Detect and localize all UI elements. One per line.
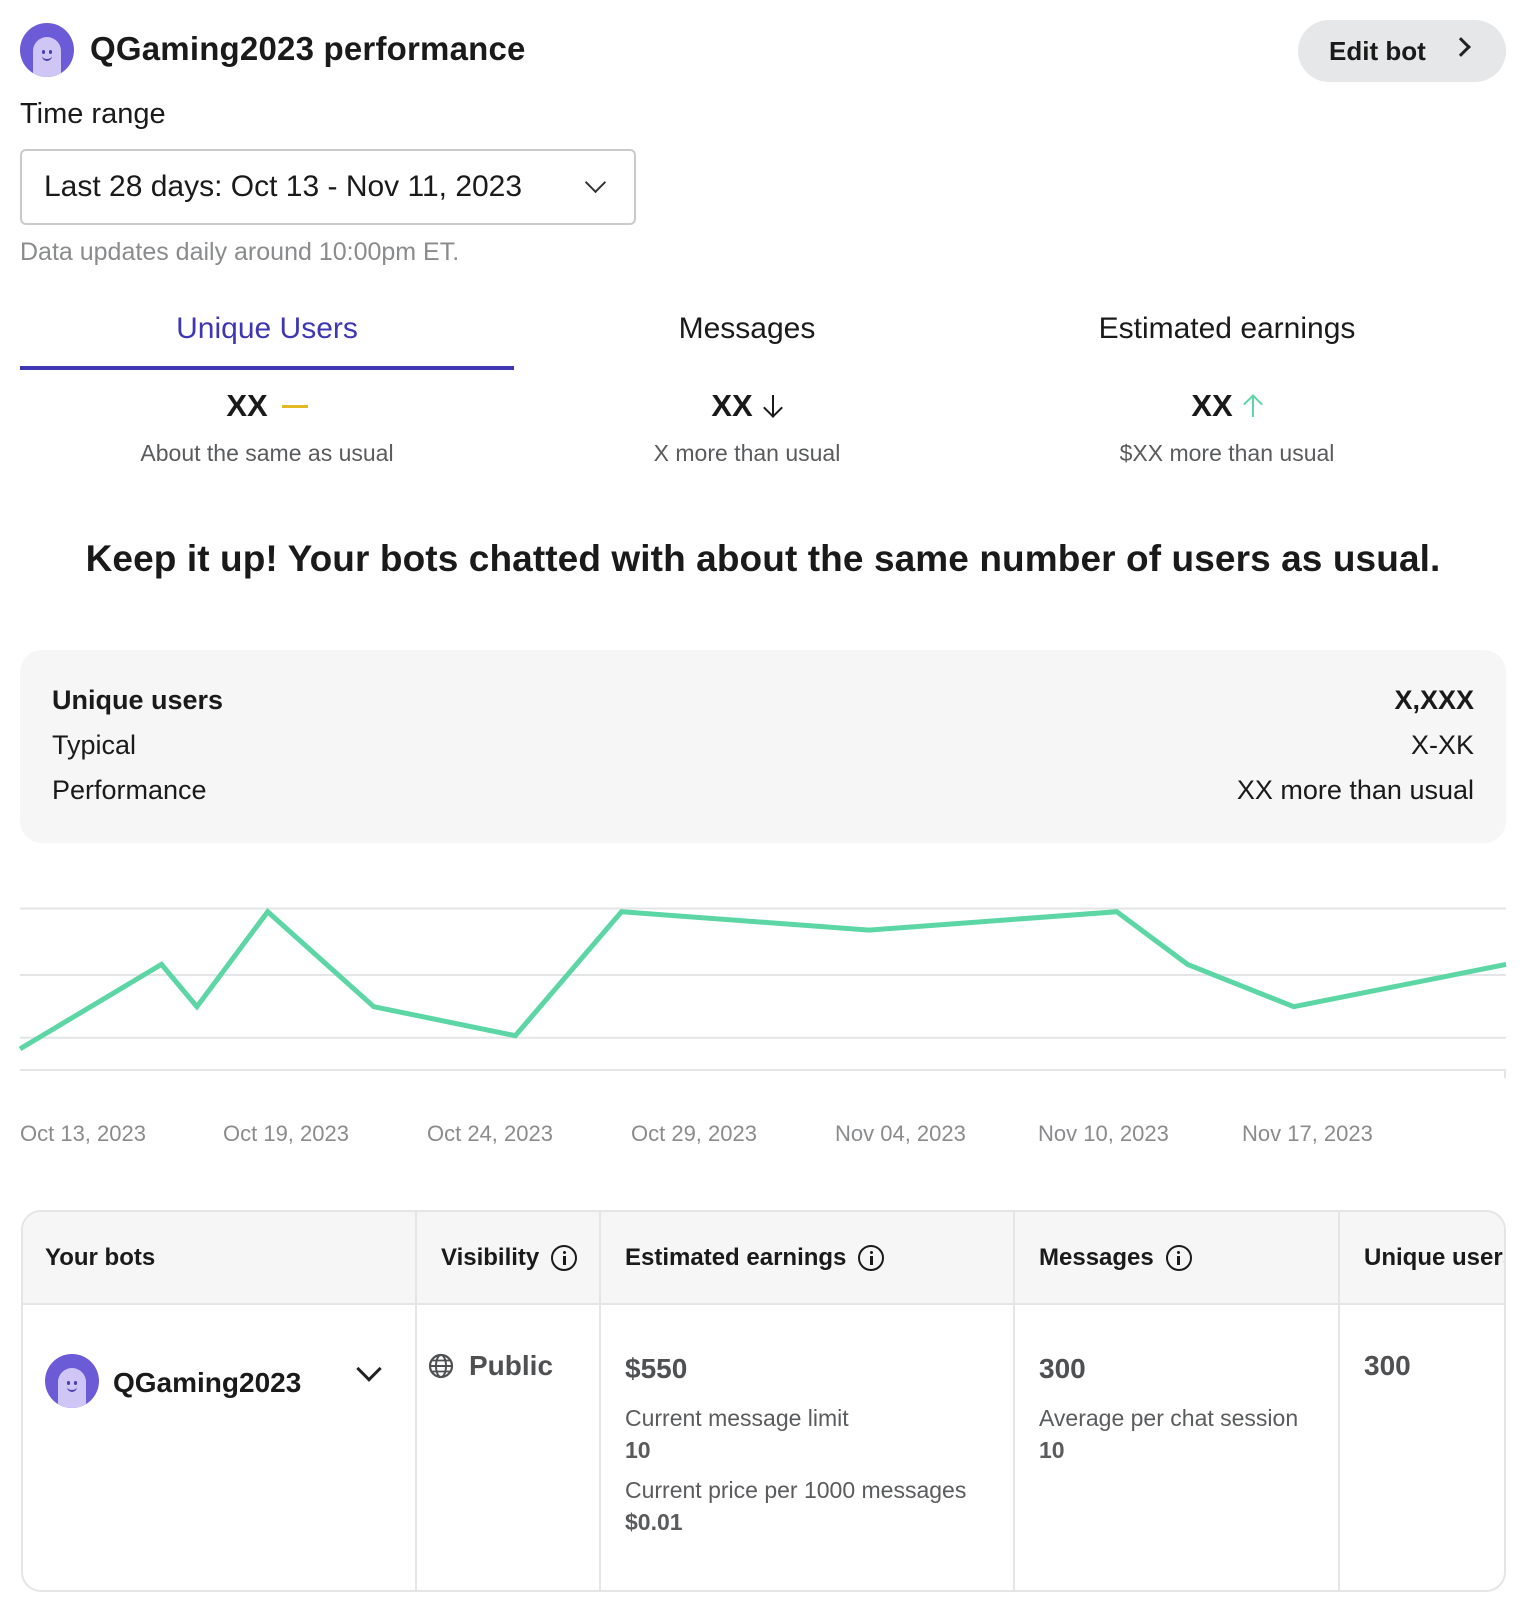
time-range-select[interactable]: Last 28 days: Oct 13 - Nov 11, 2023 [20,149,636,225]
time-range-label: Time range [20,98,166,130]
x-tick-label: Oct 24, 2023 [427,1121,553,1146]
metric-value: XX [1191,388,1233,423]
x-tick-label: Oct 19, 2023 [223,1121,349,1146]
x-tick-label: Nov 17, 2023 [1242,1121,1373,1146]
metric-value: XX [226,388,268,423]
header: QGaming2023 performance Edit bot [20,20,1506,82]
header-your-bots: Your bots [45,1244,156,1271]
metric-estimated-earnings: XX $XX more than usual [980,388,1474,467]
header-unique-users: Unique users [1364,1244,1506,1271]
globe-icon [428,1353,454,1379]
info-icon[interactable] [551,1245,578,1271]
bot-avatar [45,1354,99,1408]
edit-bot-button[interactable]: Edit bot [1298,20,1506,82]
summary-value: X-XK [1410,730,1474,760]
summary-card: Unique users X,XXX Typical X-XK Performa… [20,650,1506,843]
arrow-up-icon [1242,393,1263,419]
time-range-value: Last 28 days: Oct 13 - Nov 11, 2023 [44,170,523,203]
active-tab-indicator [20,366,514,370]
average-per-session-label: Average per chat session [1039,1405,1299,1431]
earnings-value: $550 [625,1353,688,1384]
edit-bot-label: Edit bot [1329,35,1426,66]
metric-unique-users: XX About the same as usual [20,388,514,467]
expand-row-chevron-icon[interactable] [356,1356,382,1382]
visibility-value: Public [469,1350,554,1381]
metric-subtitle: $XX more than usual [1119,440,1335,466]
data-update-note: Data updates daily around 10:00pm ET. [20,238,460,266]
flat-trend-icon [281,404,308,408]
line-chart-svg [18,907,1507,1078]
x-tick-label: Nov 04, 2023 [835,1121,966,1146]
info-icon[interactable] [858,1245,885,1271]
summary-label: Performance [52,775,207,805]
tab-messages[interactable]: Messages [500,312,994,346]
info-icon[interactable] [1165,1245,1192,1271]
summary-value: XX more than usual [1236,775,1474,805]
message-limit-value: 10 [625,1437,651,1463]
summary-row-typical: Typical X-XK [52,730,1474,761]
message-limit-label: Current message limit [625,1405,849,1431]
arrow-down-icon [762,393,783,419]
summary-value: X,XXX [1394,685,1474,715]
x-tick-label: Nov 10, 2023 [1038,1121,1169,1146]
header-messages: Messages [1039,1244,1192,1272]
unique-users-value: 300 [1364,1350,1411,1381]
series-line [18,908,1507,1052]
summary-label: Unique users [52,685,224,715]
tab-unique-users[interactable]: Unique Users [20,312,514,346]
chevron-right-icon [1451,37,1471,57]
summary-row-unique-users: Unique users X,XXX [52,685,1474,716]
chevron-down-icon [584,171,607,194]
metric-value: XX [711,388,753,423]
price-per-1000-value: $0.01 [625,1509,683,1535]
metric-subtitle: About the same as usual [140,440,394,466]
page-title: QGaming2023 performance [90,30,526,67]
summary-row-performance: Performance XX more than usual [52,775,1474,806]
messages-value: 300 [1039,1353,1086,1384]
x-tick-label: Oct 29, 2023 [631,1121,757,1146]
average-per-session-value: 10 [1039,1437,1065,1463]
unique-users-chart [0,880,1526,1150]
bot-name[interactable]: QGaming2023 [113,1367,301,1399]
metric-subtitle: X more than usual [653,440,841,466]
x-tick-label: Oct 13, 2023 [20,1121,146,1146]
performance-headline: Keep it up! Your bots chatted with about… [85,538,1441,579]
metric-messages: XX X more than usual [500,388,994,467]
price-per-1000-label: Current price per 1000 messages [625,1477,967,1503]
bot-avatar [20,23,74,77]
header-visibility: Visibility [441,1244,578,1272]
header-estimated-earnings: Estimated earnings [625,1244,885,1272]
bots-table: Your bots Visibility Estimated earnings … [21,1210,1506,1592]
tab-estimated-earnings[interactable]: Estimated earnings [980,312,1474,346]
summary-label: Typical [52,730,137,760]
